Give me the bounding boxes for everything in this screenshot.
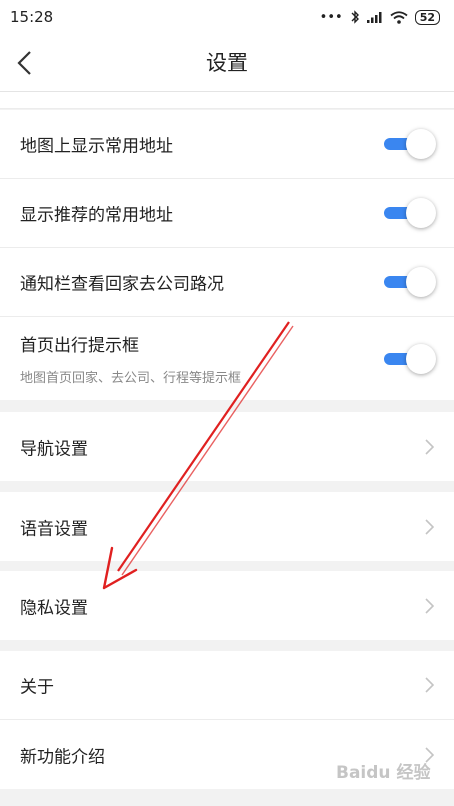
status-bar: 15:28 ••• 52 (0, 0, 454, 34)
nav-item-about[interactable]: 关于 (0, 651, 454, 720)
signal-icon (366, 12, 382, 23)
more-dots-icon: ••• (319, 9, 343, 25)
partial-list-item (0, 92, 454, 109)
toggle-switch[interactable] (384, 343, 436, 374)
wifi-icon (390, 10, 408, 24)
nav-group-about: 关于 新功能介绍 (0, 651, 454, 789)
nav-item-voice-settings[interactable]: 语音设置 (0, 492, 454, 561)
nav-item-label: 隐私设置 (20, 598, 88, 618)
nav-item-label: 导航设置 (20, 439, 88, 459)
nav-item-label: 新功能介绍 (20, 747, 105, 767)
nav-item-privacy-settings[interactable]: 隐私设置 (0, 571, 454, 640)
toggle-switch[interactable] (384, 129, 436, 159)
toggle-switch[interactable] (384, 267, 436, 297)
nav-group-privacy: 隐私设置 (0, 571, 454, 640)
chevron-right-icon (425, 518, 434, 535)
toggle-switch[interactable] (384, 198, 436, 228)
status-time: 15:28 (10, 8, 54, 26)
nav-item-label: 关于 (20, 677, 54, 698)
app-header: 设置 (0, 34, 454, 92)
setting-show-common-addresses: 地图上显示常用地址 (0, 110, 454, 179)
chevron-right-icon (425, 597, 434, 614)
chevron-left-icon[interactable] (12, 48, 38, 78)
toggle-settings-group: 地图上显示常用地址 显示推荐的常用地址 通知栏查看回家去公司路况 首页出行提示框… (0, 110, 454, 400)
status-icons: ••• 52 (319, 9, 440, 25)
chevron-right-icon (425, 746, 434, 763)
setting-label: 地图上显示常用地址 (20, 136, 173, 157)
chevron-right-icon (425, 677, 434, 693)
setting-label: 首页出行提示框 (20, 336, 139, 356)
bluetooth-icon (351, 10, 359, 24)
battery-indicator: 52 (414, 9, 440, 25)
setting-home-trip-prompt: 首页出行提示框 地图首页回家、去公司、行程等提示框 (0, 317, 454, 400)
setting-show-recommended-addresses: 显示推荐的常用地址 (0, 179, 454, 248)
setting-notification-traffic: 通知栏查看回家去公司路况 (0, 248, 454, 317)
nav-item-navigation-settings[interactable]: 导航设置 (0, 412, 454, 481)
setting-sublabel: 地图首页回家、去公司、行程等提示框 (20, 371, 242, 386)
chevron-right-icon (425, 438, 434, 455)
nav-item-new-features[interactable]: 新功能介绍 (0, 720, 454, 789)
setting-label: 通知栏查看回家去公司路况 (20, 274, 224, 295)
nav-item-label: 语音设置 (20, 519, 88, 539)
nav-group-navigation: 导航设置 (0, 412, 454, 481)
nav-group-voice: 语音设置 (0, 492, 454, 561)
page-title: 设置 (206, 51, 248, 75)
setting-label: 显示推荐的常用地址 (20, 205, 173, 226)
